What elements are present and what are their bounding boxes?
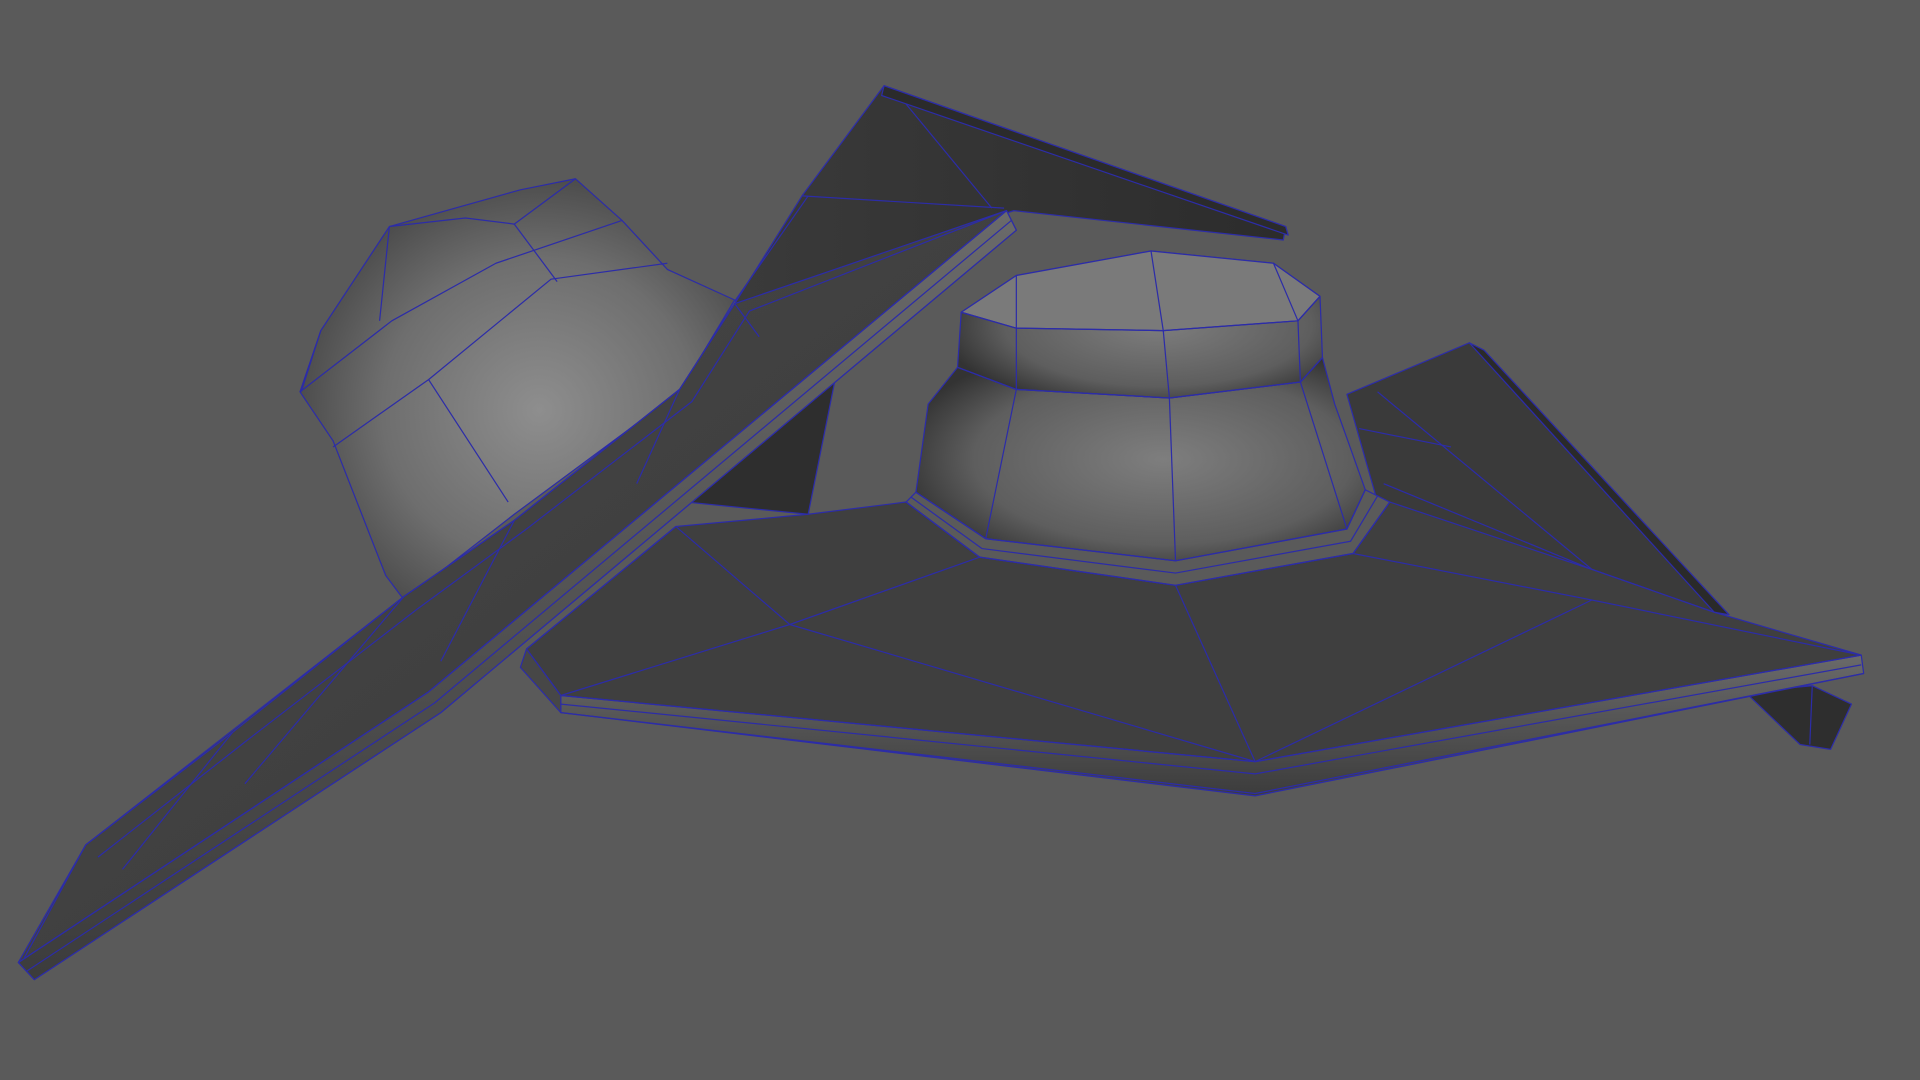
3d-viewport[interactable]: [0, 0, 1920, 1080]
viewport-canvas[interactable]: [0, 0, 1920, 1080]
